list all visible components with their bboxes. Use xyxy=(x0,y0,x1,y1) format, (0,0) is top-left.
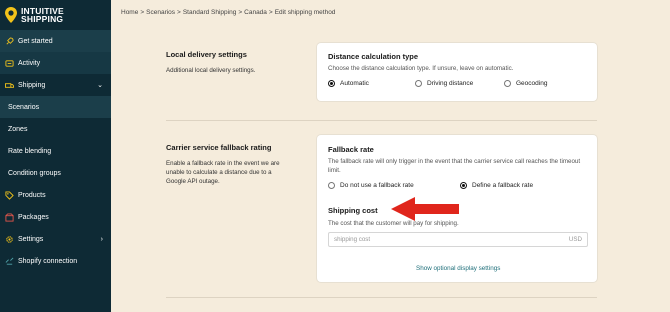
distance-calculation-card: Distance calculation type Choose the dis… xyxy=(317,43,597,101)
radio-no-fallback[interactable]: Do not use a fallback rate xyxy=(328,182,414,189)
link-icon xyxy=(5,257,14,266)
distance-calculation-title: Distance calculation type xyxy=(328,52,419,61)
distance-calculation-description: Choose the distance calculation type. If… xyxy=(328,65,514,72)
sidebar-nav: Get started Activity Shipping ⌄ Scenario… xyxy=(0,30,111,272)
radio-label: Geocoding xyxy=(516,80,548,87)
breadcrumb: Home > Scenarios > Standard Shipping > Canada >… xyxy=(121,9,335,16)
shipping-cost-title: Shipping cost xyxy=(328,206,378,215)
sidebar-item-zones[interactable]: Zones xyxy=(0,118,111,140)
local-delivery-description: Additional local delivery settings. xyxy=(166,67,256,74)
radio-label: Automatic xyxy=(340,80,369,87)
chevron-right-icon[interactable]: › xyxy=(101,236,103,243)
sidebar-item-label: Activity xyxy=(18,59,41,67)
section-divider xyxy=(166,297,597,298)
shipping-cost-description: The cost that the customer will pay for … xyxy=(328,220,459,227)
radio-label: Do not use a fallback rate xyxy=(340,182,414,189)
radio-geocoding[interactable]: Geocoding xyxy=(504,80,547,87)
breadcrumb-current: Edit shipping method xyxy=(274,9,336,16)
tag-icon xyxy=(5,190,14,200)
sidebar-item-condition-groups[interactable]: Condition groups xyxy=(0,162,111,184)
radio-automatic[interactable]: Automatic xyxy=(328,80,369,87)
sidebar-item-label: Get started xyxy=(18,37,53,45)
fallback-rate-title: Fallback rate xyxy=(328,145,374,154)
fallback-section-description: Enable a fallback rate in the event we a… xyxy=(166,160,280,185)
radio-dot[interactable] xyxy=(504,80,511,87)
local-delivery-title: Local delivery settings xyxy=(166,50,247,59)
sidebar-item-scenarios[interactable]: Scenarios xyxy=(0,96,111,118)
sidebar-item-label: Packages xyxy=(18,213,49,221)
shipping-cost-input[interactable]: shipping cost USD xyxy=(328,232,588,247)
rocket-icon xyxy=(5,36,14,46)
gear-icon xyxy=(5,235,14,244)
sidebar-item-shipping[interactable]: Shipping ⌄ xyxy=(0,74,111,96)
breadcrumb-home[interactable]: Home xyxy=(121,9,138,16)
show-display-settings-link[interactable]: Show optional display settings xyxy=(416,265,500,272)
breadcrumb-separator: > xyxy=(268,9,273,16)
activity-icon xyxy=(5,59,14,68)
sidebar-item-activity[interactable]: Activity xyxy=(0,52,111,74)
sidebar-item-products[interactable]: Products xyxy=(0,184,111,206)
breadcrumb-separator: > xyxy=(140,9,145,16)
sidebar: INTUITIVE SHIPPING Get started Activity … xyxy=(0,0,111,312)
sidebar-item-label: Rate blending xyxy=(8,147,52,155)
fallback-rate-description: The fallback rate will only trigger in t… xyxy=(328,158,581,174)
radio-dot[interactable] xyxy=(328,182,335,189)
sidebar-item-packages[interactable]: Packages xyxy=(0,206,111,228)
breadcrumb-separator: > xyxy=(177,9,181,16)
radio-dot[interactable] xyxy=(460,182,467,189)
breadcrumb-separator: > xyxy=(238,9,243,16)
box-icon xyxy=(5,212,14,222)
sidebar-item-label: Scenarios xyxy=(8,103,40,111)
breadcrumb-canada[interactable]: Canada xyxy=(244,9,267,16)
sidebar-item-label: Settings xyxy=(18,235,44,243)
location-pin-icon xyxy=(5,7,17,23)
currency-suffix: USD xyxy=(568,236,582,243)
radio-driving-distance[interactable]: Driving distance xyxy=(415,80,473,87)
breadcrumb-scenarios[interactable]: Scenarios xyxy=(146,9,175,16)
radio-define-fallback[interactable]: Define a fallback rate xyxy=(460,182,533,189)
main-content: Home > Scenarios > Standard Shipping > Canada >… xyxy=(111,0,670,312)
breadcrumb-standard-shipping[interactable]: Standard Shipping xyxy=(183,9,237,16)
radio-dot[interactable] xyxy=(415,80,422,87)
sidebar-item-label: Zones xyxy=(8,125,28,133)
sidebar-item-rate-blending[interactable]: Rate blending xyxy=(0,140,111,162)
sidebar-item-get-started[interactable]: Get started xyxy=(0,30,111,52)
brand-logo[interactable]: INTUITIVE SHIPPING xyxy=(0,0,111,30)
radio-dot[interactable] xyxy=(328,80,335,87)
radio-label: Driving distance xyxy=(427,80,474,87)
truck-icon xyxy=(5,81,14,90)
section-divider xyxy=(166,120,597,121)
fallback-section-title: Carrier service fallback rating xyxy=(166,143,272,152)
sidebar-item-label: Products xyxy=(18,191,46,199)
shipping-cost-placeholder: shipping cost xyxy=(334,236,371,243)
sidebar-item-label: Shipping xyxy=(18,81,46,89)
chevron-down-icon[interactable]: ⌄ xyxy=(97,81,103,89)
sidebar-item-label: Condition groups xyxy=(8,169,61,177)
sidebar-item-shopify-connection[interactable]: Shopify connection xyxy=(0,250,111,272)
radio-label: Define a fallback rate xyxy=(472,182,534,189)
sidebar-item-settings[interactable]: Settings › xyxy=(0,228,111,250)
annotation-arrow-icon xyxy=(391,197,459,221)
brand-line2: SHIPPING xyxy=(21,14,64,24)
sidebar-item-label: Shopify connection xyxy=(18,257,78,265)
